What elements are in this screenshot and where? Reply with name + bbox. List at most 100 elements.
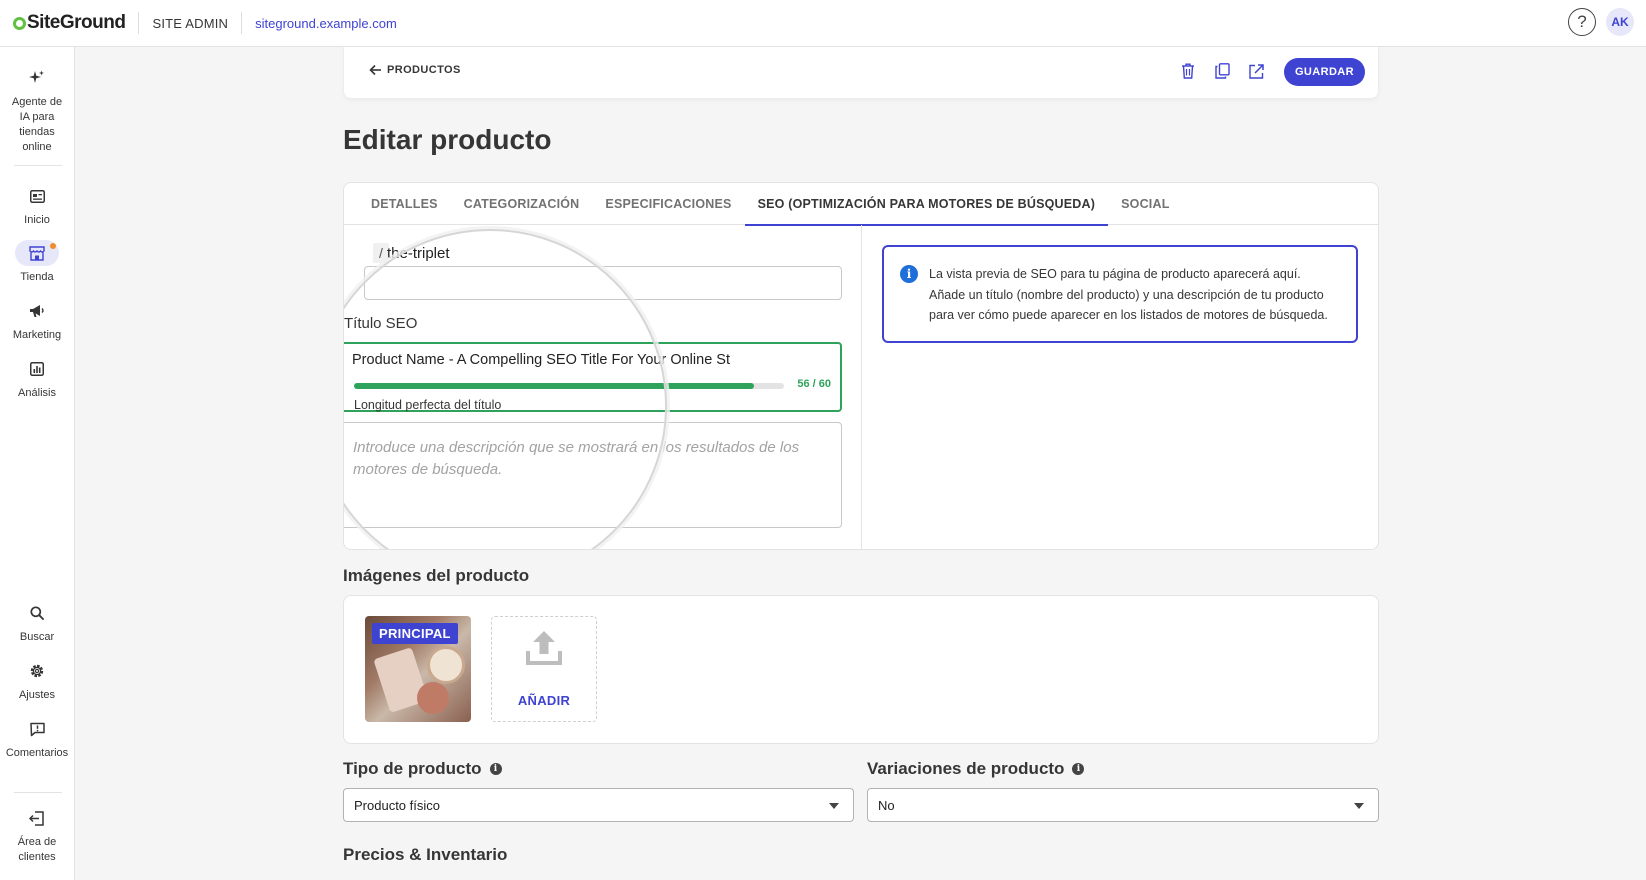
info-icon: i bbox=[900, 265, 918, 283]
sidebar-item-label: Comentarios bbox=[5, 747, 69, 759]
tab-detalles[interactable]: DETALLES bbox=[358, 183, 451, 225]
variations-select[interactable]: No bbox=[867, 788, 1379, 822]
sidebar-item-label: Área de clientes bbox=[17, 836, 57, 863]
product-image-main[interactable]: PRINCIPAL bbox=[365, 616, 471, 722]
add-image-label: AÑADIR bbox=[517, 693, 571, 708]
exit-icon bbox=[15, 805, 59, 831]
divider bbox=[14, 165, 62, 166]
logo-icon bbox=[13, 16, 26, 30]
image-content bbox=[417, 682, 449, 714]
copy-icon bbox=[1214, 63, 1230, 79]
avatar[interactable]: AK bbox=[1606, 8, 1634, 36]
info-icon[interactable]: i bbox=[1072, 763, 1085, 775]
sidebar-item-inicio[interactable]: Inicio bbox=[0, 183, 74, 228]
url-slug-field[interactable]: / the-triplet bbox=[364, 243, 842, 300]
question-icon: ? bbox=[1577, 12, 1587, 31]
help-button[interactable]: ? bbox=[1568, 8, 1596, 36]
sidebar-item-label: Inicio bbox=[24, 214, 50, 226]
images-card: PRINCIPAL AÑADIR bbox=[343, 595, 1379, 744]
action-icons bbox=[1178, 61, 1266, 81]
product-type-value: Producto físico bbox=[354, 798, 440, 813]
chart-icon bbox=[15, 356, 59, 382]
view-product-button[interactable] bbox=[1246, 61, 1266, 81]
pricing-section-title: Precios & Inventario bbox=[343, 845, 508, 864]
sparkles-icon bbox=[15, 65, 59, 91]
sidebar-item-marketing[interactable]: Marketing bbox=[0, 298, 74, 343]
sidebar: Agente de IA para tiendas online Inicio … bbox=[0, 47, 75, 880]
chevron-down-icon bbox=[829, 803, 839, 809]
tab-social[interactable]: SOCIAL bbox=[1108, 183, 1182, 225]
delete-button[interactable] bbox=[1178, 61, 1198, 81]
divider bbox=[14, 792, 62, 793]
seo-form: / the-triplet Título SEO Product Name - … bbox=[344, 225, 862, 549]
seo-title-progress-fill bbox=[354, 383, 754, 389]
seo-preview-info: i La vista previa de SEO para tu página … bbox=[882, 245, 1358, 343]
page-title: Editar producto bbox=[343, 124, 552, 155]
back-to-products-link[interactable]: PRODUCTOS bbox=[369, 64, 461, 76]
tab-categorizacion[interactable]: CATEGORIZACIÓN bbox=[451, 183, 593, 225]
sidebar-item-analisis[interactable]: Análisis bbox=[0, 356, 74, 401]
seo-title-label: Título SEO bbox=[344, 315, 418, 332]
variations-value: No bbox=[878, 798, 895, 813]
product-tabs-card: DETALLES CATEGORIZACIÓN ESPECIFICACIONES… bbox=[343, 182, 1379, 550]
sidebar-item-area-clientes[interactable]: Área de clientes bbox=[0, 805, 74, 865]
sidebar-item-label: Marketing bbox=[12, 329, 62, 341]
back-label: PRODUCTOS bbox=[387, 64, 461, 76]
sidebar-item-label: Análisis bbox=[18, 387, 56, 399]
seo-description-input[interactable]: Introduce una descripción que se mostrar… bbox=[344, 422, 842, 528]
sidebar-item-buscar[interactable]: Buscar bbox=[0, 600, 74, 645]
logo-text: SiteGround bbox=[27, 12, 126, 33]
seo-title-hint: Longitud perfecta del título bbox=[354, 398, 502, 412]
seo-preview-text: La vista previa de SEO para tu página de… bbox=[929, 267, 1328, 322]
images-section-title: Imágenes del producto bbox=[343, 566, 530, 585]
dashboard-icon bbox=[15, 183, 59, 209]
seo-title-input[interactable]: Product Name - A Compelling SEO Title Fo… bbox=[344, 342, 842, 412]
sidebar-item-ajustes[interactable]: Ajustes bbox=[0, 658, 74, 703]
store-icon bbox=[15, 240, 59, 266]
divider bbox=[138, 12, 140, 34]
product-type-select[interactable]: Producto físico bbox=[343, 788, 854, 822]
info-icon[interactable]: i bbox=[489, 763, 502, 775]
megaphone-icon bbox=[15, 298, 59, 324]
product-action-bar: PRODUCTOS GUARDAR bbox=[343, 47, 1379, 99]
siteground-logo[interactable]: SiteGround bbox=[13, 12, 126, 34]
site-url-link[interactable]: siteground.example.com bbox=[255, 16, 397, 31]
top-right-actions: ? AK bbox=[1568, 8, 1634, 36]
divider bbox=[241, 12, 243, 34]
trash-icon bbox=[1182, 63, 1194, 79]
seo-title-count: 56 / 60 bbox=[797, 378, 831, 390]
sidebar-item-ai-agent[interactable]: Agente de IA para tiendas online bbox=[0, 65, 74, 155]
add-image-button[interactable]: AÑADIR bbox=[491, 616, 597, 722]
comment-icon bbox=[15, 716, 59, 742]
tab-especificaciones[interactable]: ESPECIFICACIONES bbox=[592, 183, 744, 225]
seo-description-placeholder: Introduce una descripción que se mostrar… bbox=[353, 439, 800, 478]
duplicate-button[interactable] bbox=[1212, 61, 1232, 81]
notification-dot bbox=[50, 243, 56, 249]
sidebar-item-label: Agente de IA para tiendas online bbox=[11, 96, 63, 153]
arrow-left-icon bbox=[369, 64, 381, 76]
seo-title-progress bbox=[354, 383, 784, 389]
sidebar-item-comentarios[interactable]: Comentarios bbox=[0, 716, 74, 761]
top-bar: SiteGround SITE ADMIN siteground.example… bbox=[0, 0, 1646, 47]
variations-label: Variaciones de producto i bbox=[867, 759, 1085, 779]
image-content bbox=[427, 646, 465, 684]
sidebar-item-label: Tienda bbox=[20, 271, 54, 283]
product-type-label: Tipo de producto i bbox=[343, 759, 502, 779]
tab-seo[interactable]: SEO (OPTIMIZACIÓN PARA MOTORES DE BÚSQUE… bbox=[744, 183, 1109, 226]
slug-value: the-triplet bbox=[387, 245, 450, 262]
sidebar-item-tienda[interactable]: Tienda bbox=[0, 240, 74, 285]
chevron-down-icon bbox=[1354, 803, 1364, 809]
tab-bar: DETALLES CATEGORIZACIÓN ESPECIFICACIONES… bbox=[344, 183, 1378, 226]
site-admin-label: SITE ADMIN bbox=[152, 15, 229, 31]
external-link-icon bbox=[1248, 63, 1264, 79]
upload-icon bbox=[526, 631, 562, 665]
search-icon bbox=[15, 600, 59, 626]
product-type-label-text: Tipo de producto bbox=[343, 759, 482, 778]
seo-title-value: Product Name - A Compelling SEO Title Fo… bbox=[352, 352, 730, 368]
principal-badge: PRINCIPAL bbox=[372, 623, 458, 644]
sidebar-item-label: Buscar bbox=[19, 631, 55, 643]
sidebar-item-label: Ajustes bbox=[18, 689, 56, 701]
gear-icon bbox=[15, 658, 59, 684]
variations-label-text: Variaciones de producto bbox=[867, 759, 1065, 778]
save-button[interactable]: GUARDAR bbox=[1283, 58, 1365, 86]
